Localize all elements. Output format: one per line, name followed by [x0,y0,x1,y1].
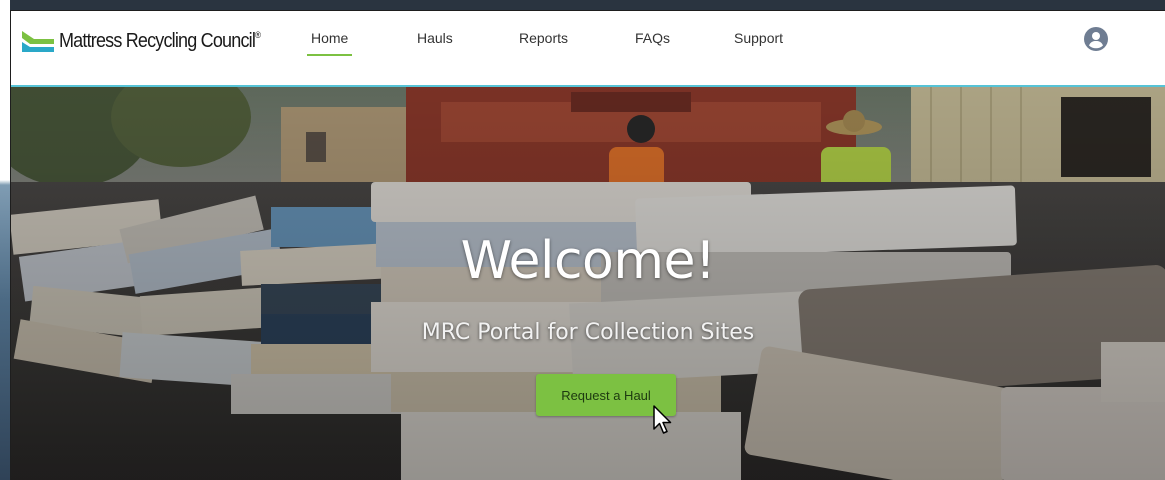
browser-page: Mattress Recycling Council® Home Hauls R… [10,10,1165,480]
user-circle-icon [1084,27,1108,51]
nav-faqs[interactable]: FAQs [635,30,670,46]
mrc-logo-icon [22,31,54,52]
brand-name: Mattress Recycling Council® [59,29,261,52]
request-haul-button[interactable]: Request a Haul [536,374,676,416]
hero-banner: Welcome! MRC Portal for Collection Sites… [11,87,1165,480]
site-header: Mattress Recycling Council® Home Hauls R… [11,11,1165,87]
mrc-logo[interactable]: Mattress Recycling Council® [20,26,283,56]
user-menu-button[interactable] [1084,27,1108,51]
nav-reports[interactable]: Reports [519,30,568,46]
hero-title: Welcome! [460,231,716,291]
nav-home[interactable]: Home [306,30,353,56]
nav-hauls[interactable]: Hauls [417,30,453,46]
desktop-background [0,0,10,480]
hero-subtitle: MRC Portal for Collection Sites [421,320,755,345]
nav-support[interactable]: Support [734,30,783,46]
